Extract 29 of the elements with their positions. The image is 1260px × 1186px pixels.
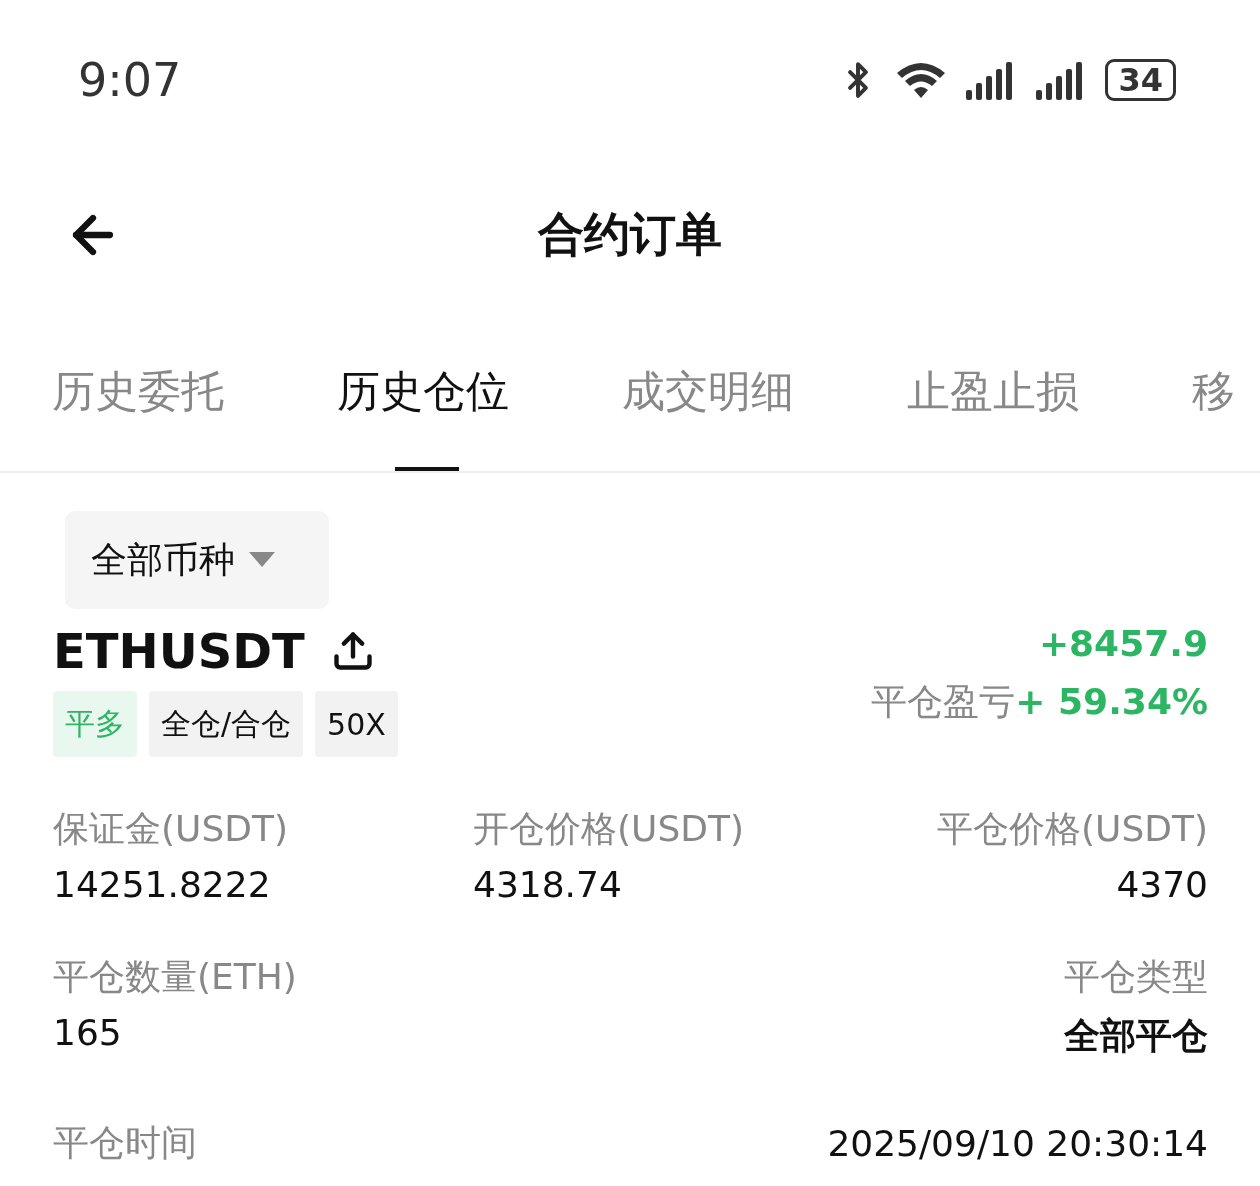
tab[interactable]: 移 [1192,310,1260,471]
field-value: 4318.74 [473,864,622,905]
field-value: 14251.8222 [53,864,271,905]
tag: 全仓/合仓 [149,691,304,757]
pnl-amount: +8457.9 [1038,623,1208,664]
field-label: 平仓时间 [53,1121,197,1165]
battery-icon: 34 [1105,59,1176,101]
coin-filter-dropdown[interactable]: 全部币种 [65,511,329,609]
clock: 9:07 [78,53,182,107]
field-label: 平仓类型 [1064,955,1208,999]
pnl-percent: + 59.34% [1015,681,1208,722]
field-value: 2025/09/10 20:30:14 [827,1123,1208,1164]
caret-icon [249,552,275,568]
field-value: 165 [53,1012,122,1053]
field-label: 保证金(USDT) [53,807,288,851]
symbol: ETHUSDT [53,623,305,679]
tab[interactable]: 历史委托 [52,310,337,471]
page-title: 合约订单 [538,206,722,263]
pnl-label: 平仓盈亏 [871,680,1016,724]
field-label: 平仓价格(USDT) [937,807,1208,851]
field-label: 平仓数量(ETH) [53,955,297,999]
tab[interactable]: 成交明细 [622,310,907,471]
field-label: 开仓价格(USDT) [473,807,744,851]
tab[interactable]: 止盈止损 [907,310,1192,471]
field-value: 全部平仓 [1064,1014,1208,1058]
tag: 50X [315,691,398,757]
tab[interactable]: 历史仓位 [337,310,622,471]
tag: 平多 [53,691,137,757]
field-value: 4370 [1116,864,1208,905]
